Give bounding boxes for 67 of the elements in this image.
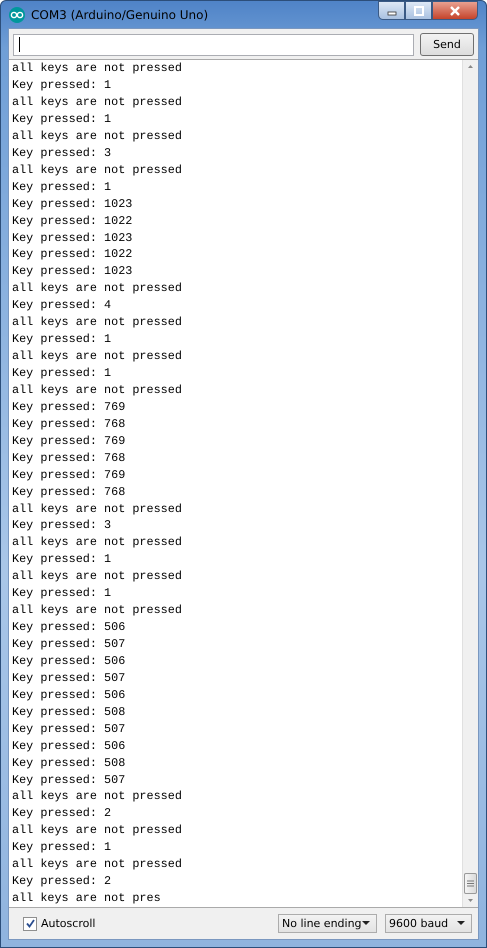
log-line: all keys are not pressed [12, 788, 183, 806]
log-line: all keys are not pressed [12, 348, 183, 365]
minimize-button[interactable] [378, 1, 405, 20]
log-line: Key pressed: 1023 [12, 263, 134, 280]
log-line: all keys are not pressed [12, 60, 183, 78]
log-line: Key pressed: 1 [12, 551, 112, 568]
log-line: all keys are not pressed [12, 94, 183, 111]
log-line: Key pressed: 1023 [12, 230, 134, 246]
log-line: Key pressed: 507 [12, 636, 126, 653]
log-line: Key pressed: 769 [12, 466, 126, 484]
log-line: all keys are not pressed [12, 382, 183, 399]
log-line: Key pressed: 1 [12, 365, 112, 382]
infinity-logo-icon [9, 6, 25, 23]
scrollbar[interactable] [462, 60, 478, 907]
log-line: all keys are not pressed [12, 500, 183, 518]
scrollbar-thumb[interactable] [464, 873, 477, 894]
log-line: Key pressed: 508 [12, 754, 126, 772]
log-line: Key pressed: 768 [12, 450, 126, 467]
log-line: Key pressed: 768 [12, 484, 126, 500]
log-line: Key pressed: 1023 [12, 196, 134, 213]
baud-dropdown[interactable]: 9600 baud [385, 914, 472, 933]
log-line: all keys are not pressed [12, 856, 183, 874]
log-line: Key pressed: 506 [12, 619, 126, 636]
log-line: all keys are not pressed [12, 822, 183, 840]
log-line: Key pressed: 2 [12, 873, 112, 890]
log-line: Key pressed: 1 [12, 585, 112, 602]
log-line: Key pressed: 1022 [12, 246, 134, 264]
log-line: Key pressed: 769 [12, 398, 126, 416]
send-button[interactable]: Send [420, 33, 474, 56]
log-line: all keys are not pressed [12, 314, 183, 332]
log-line: Key pressed: 1 [12, 178, 112, 196]
maximize-icon [414, 6, 424, 16]
log-line: all keys are not pressed [12, 162, 183, 179]
log-line: Key pressed: 768 [12, 416, 126, 433]
log-line: Key pressed: 507 [12, 720, 126, 738]
maximize-button[interactable] [405, 1, 432, 20]
log-line: Key pressed: 506 [12, 652, 126, 670]
autoscroll-checkbox[interactable] [23, 916, 37, 930]
log-line: Key pressed: 1 [12, 331, 112, 348]
log-line: all keys are not pres [12, 890, 162, 907]
log-line: Key pressed: 1 [12, 110, 112, 128]
log-line: all keys are not pressed [12, 534, 183, 552]
log-line: Key pressed: 3 [12, 517, 112, 534]
log-line: all keys are not pressed [12, 128, 183, 145]
log-line: Key pressed: 506 [12, 686, 126, 704]
dropdown-caret-icon [457, 921, 465, 926]
log-line: Key pressed: 508 [12, 704, 126, 721]
autoscroll-label: Autoscroll [41, 917, 96, 930]
log-line: Key pressed: 769 [12, 432, 126, 450]
line-ending-dropdown[interactable]: No line ending [278, 914, 377, 933]
window-title: COM3 (Arduino/Genuino Uno) [31, 8, 210, 22]
close-button[interactable] [432, 1, 478, 20]
log-line: Key pressed: 507 [12, 670, 126, 687]
log-line: Key pressed: 1 [12, 839, 112, 856]
input-field[interactable] [13, 34, 414, 56]
log-line: Key pressed: 3 [12, 144, 112, 162]
log-line: Key pressed: 2 [12, 805, 112, 822]
log-line: all keys are not pressed [12, 568, 183, 586]
log-line: Key pressed: 1 [12, 77, 112, 94]
dropdown-caret-icon [362, 921, 370, 926]
log-line: all keys are not pressed [12, 280, 183, 298]
log-line: Key pressed: 4 [12, 297, 112, 314]
log-line: Key pressed: 507 [12, 772, 126, 788]
log-line: Key pressed: 1022 [12, 212, 134, 230]
log-line: Key pressed: 506 [12, 738, 126, 755]
log-line: all keys are not pressed [12, 602, 183, 620]
close-icon [449, 6, 461, 16]
